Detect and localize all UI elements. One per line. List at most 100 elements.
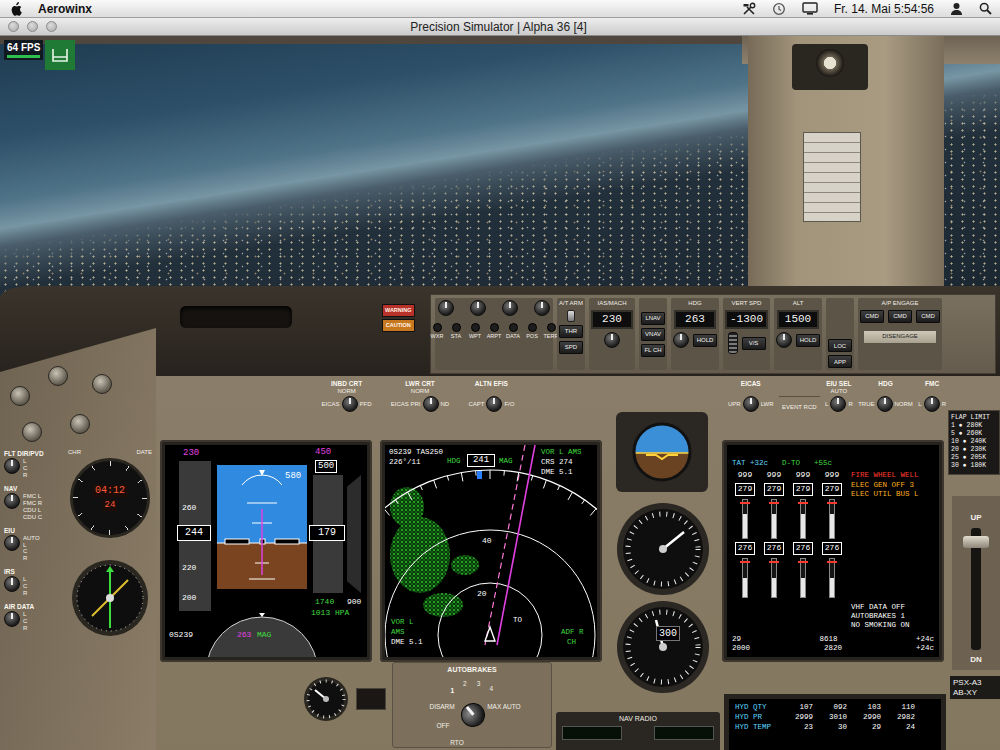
efis-knob[interactable] — [438, 300, 454, 316]
approach-button[interactable]: LOC — [828, 339, 852, 352]
selector-title: AIR DATA — [4, 603, 64, 610]
efis-button[interactable]: WXR — [430, 323, 445, 339]
time-machine-icon[interactable] — [772, 2, 786, 16]
autopilot-engage-button[interactable]: CMD — [860, 310, 884, 323]
flap-lever-slot[interactable] — [971, 528, 981, 650]
selector-knob[interactable] — [924, 396, 940, 412]
mode-button[interactable]: VNAV — [641, 328, 665, 341]
selector-knob[interactable] — [4, 576, 20, 592]
app-menu[interactable]: Aerowinx — [38, 3, 92, 15]
selector-knob[interactable] — [4, 458, 20, 474]
speed-knob[interactable] — [604, 332, 620, 348]
autopilot-engage-button[interactable]: CMD — [888, 310, 912, 323]
efis-button-cap[interactable] — [433, 323, 442, 332]
panel-light-knob[interactable] — [48, 366, 68, 386]
selector-knob[interactable] — [4, 493, 20, 509]
selector[interactable]: FLT DIR/PVDLCR — [4, 450, 64, 479]
efis-knob[interactable] — [502, 300, 518, 316]
efis-button-cap[interactable] — [547, 323, 556, 332]
selector-knob[interactable] — [743, 396, 759, 412]
heading-button[interactable]: HOLD — [693, 334, 717, 347]
efis-knob[interactable] — [534, 300, 550, 316]
efis-button-cap[interactable] — [452, 323, 461, 332]
efis-button[interactable]: POS — [525, 323, 540, 339]
view-mode-icon[interactable] — [45, 40, 75, 70]
autobrake-position[interactable]: 3 — [477, 680, 481, 687]
efis-button-cap[interactable] — [490, 323, 499, 332]
vertical-speed-button[interactable]: V/S — [742, 337, 766, 350]
efis-button[interactable]: STA — [449, 323, 464, 339]
apple-icon[interactable] — [10, 2, 22, 16]
efis-button[interactable]: ARPT — [487, 323, 502, 339]
selector-knob[interactable] — [4, 535, 20, 551]
autobrake-position[interactable]: MAX AUTO — [487, 703, 520, 710]
simulator-view[interactable]: 64 FPS WARNINGCAUTION WXRSTAWPTARPTDATAP… — [0, 36, 1000, 750]
selector[interactable]: EIU SELAUTOLR — [825, 380, 853, 412]
selector-knob[interactable] — [830, 396, 846, 412]
autothrottle-mode-button[interactable]: THR — [559, 325, 583, 338]
efis-button-cap[interactable] — [509, 323, 518, 332]
selector-knob[interactable] — [423, 396, 439, 412]
vertical-speed-wheel[interactable] — [728, 332, 738, 354]
efis-button-cap[interactable] — [471, 323, 480, 332]
autobrake-position[interactable]: 2 — [463, 681, 467, 688]
event-record-button[interactable]: EVENT RCD — [779, 396, 820, 414]
efis-button[interactable]: WPT — [468, 323, 483, 339]
panel-light-knob[interactable] — [92, 374, 112, 394]
efis-button-cap[interactable] — [528, 323, 537, 332]
autobrake-position[interactable]: 4 — [490, 686, 494, 693]
panel-light-knob[interactable] — [10, 386, 30, 406]
altitude-button[interactable]: HOLD — [796, 334, 820, 347]
selector[interactable]: NAVFMC LFMC RCDU LCDU C — [4, 485, 64, 521]
efis-knob[interactable] — [470, 300, 486, 316]
chrono-button[interactable]: CHR — [68, 448, 81, 457]
mode-button[interactable]: FL CH — [641, 344, 665, 357]
selector[interactable]: EICASUPRLWR — [728, 380, 774, 412]
selector[interactable]: FMCLR — [918, 380, 946, 412]
autothrottle-mode-button[interactable]: SPD — [559, 341, 583, 354]
panel-light-knob[interactable] — [22, 422, 42, 442]
autobrake-position[interactable]: 1 — [451, 687, 455, 694]
selector-knob[interactable] — [342, 396, 358, 412]
approach-button[interactable]: APP — [828, 355, 852, 368]
master-annunciator-light[interactable]: WARNING — [382, 304, 415, 317]
selector[interactable]: INBD CRTNORMEICASPFD — [322, 380, 372, 412]
selector[interactable]: EIUAUTOLCR — [4, 527, 64, 563]
selector[interactable]: AIR DATALCR — [4, 603, 64, 632]
close-button[interactable] — [8, 21, 19, 32]
efis-button[interactable]: DATA — [506, 323, 521, 339]
panel-light-knob[interactable] — [70, 414, 90, 434]
autothrottle-arm-switch[interactable] — [567, 310, 575, 322]
menu-clock[interactable]: Fr. 14. Mai 5:54:56 — [834, 3, 934, 15]
display-icon[interactable] — [802, 2, 818, 15]
status-row: 298618+24c — [732, 635, 934, 644]
selector[interactable]: LWR CRTNORMEICAS PRIND — [391, 380, 449, 412]
master-annunciator-light[interactable]: CAUTION — [382, 319, 415, 332]
minimize-button[interactable] — [27, 21, 38, 32]
hydraulic-value: 23 — [779, 723, 813, 733]
selector-knob[interactable] — [877, 396, 893, 412]
zoom-button[interactable] — [46, 21, 57, 32]
selector-options: LCR — [23, 458, 27, 479]
tools-icon[interactable] — [742, 2, 756, 16]
autobrake-position[interactable]: DISARM — [429, 703, 454, 710]
search-icon[interactable] — [979, 2, 992, 15]
autobrake-selector[interactable] — [456, 698, 490, 732]
heading-knob[interactable] — [673, 332, 689, 348]
autobrake-position[interactable]: RTO — [450, 739, 464, 746]
date-button[interactable]: DATE — [136, 448, 152, 457]
selector-knob[interactable] — [4, 611, 20, 627]
flap-lever[interactable]: UPDN — [952, 496, 1000, 670]
mode-button[interactable]: LNAV — [641, 312, 665, 325]
altitude-knob[interactable] — [776, 332, 792, 348]
user-icon[interactable] — [950, 2, 963, 15]
eicas-main: 999279276999279276999279276999279276FIRE… — [732, 471, 934, 631]
selector[interactable]: ALTN EFISCAPTF/O — [468, 380, 514, 412]
adf-label: CH — [567, 639, 576, 647]
selector[interactable]: IRSLCR — [4, 568, 64, 597]
autobrake-position[interactable]: OFF — [436, 723, 449, 730]
autopilot-engage-button[interactable]: CMD — [916, 310, 940, 323]
selector-knob[interactable] — [486, 396, 502, 412]
selector[interactable]: HDGTRUENORM — [858, 380, 913, 412]
autopilot-disengage-bar[interactable]: DISENGAGE — [863, 330, 937, 344]
